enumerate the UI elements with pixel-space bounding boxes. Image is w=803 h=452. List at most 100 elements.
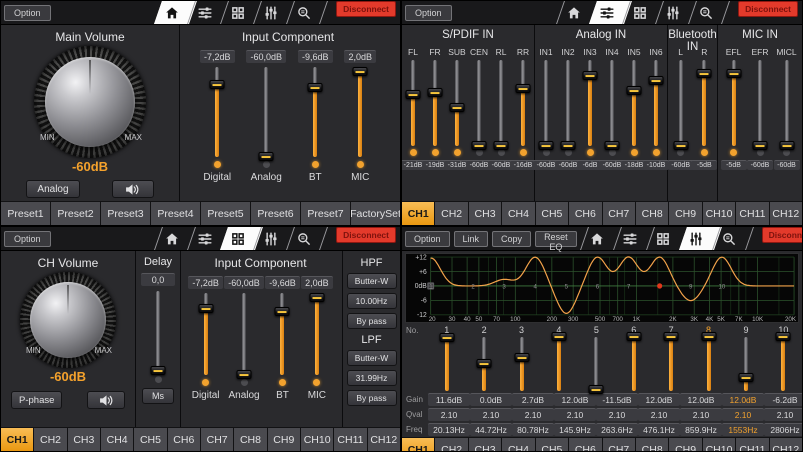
channel-tab-ch11[interactable]: CH11 — [736, 202, 768, 225]
eq-band-slider[interactable] — [439, 337, 455, 391]
ms-button[interactable]: Ms — [142, 388, 174, 404]
disconnect-button[interactable]: Disconnect — [762, 227, 803, 243]
slider-handle[interactable] — [472, 141, 487, 150]
home-tab[interactable] — [557, 1, 590, 24]
channels-tab[interactable] — [590, 1, 623, 24]
gain-value-box[interactable]: -60dB — [668, 160, 694, 170]
eq-gain-value[interactable]: 0.0dB — [470, 393, 512, 406]
gain-value-box[interactable]: -5dB — [691, 160, 717, 170]
channel-tab-ch4[interactable]: CH4 — [502, 202, 534, 225]
slider-handle[interactable] — [494, 141, 509, 150]
slider-handle[interactable] — [649, 76, 664, 85]
band-number[interactable]: 5 — [578, 325, 615, 335]
volume-slider[interactable] — [309, 293, 325, 375]
eq-band-slider[interactable] — [738, 337, 754, 391]
band-number[interactable]: 2 — [465, 325, 502, 335]
gain-value-box[interactable]: 2,0dB — [301, 276, 333, 289]
disconnect-button[interactable]: Disconnect — [738, 1, 798, 17]
channel-tab-ch6[interactable]: CH6 — [569, 202, 601, 225]
eq-band-slider[interactable] — [701, 337, 717, 391]
gain-value-box[interactable]: -60dB — [747, 160, 773, 170]
eq-response-graph[interactable]: 1234567910+12+60dB-6-1220304050701002003… — [405, 253, 799, 323]
volume-slider[interactable] — [198, 293, 214, 375]
slider-handle[interactable] — [726, 69, 741, 78]
home-tab[interactable] — [581, 227, 614, 250]
channel-tab-ch7[interactable]: CH7 — [603, 438, 635, 452]
eq-freq-value[interactable]: 859.9Hz — [680, 423, 722, 436]
channel-tab-ch10[interactable]: CH10 — [703, 438, 735, 452]
volume-slider[interactable] — [449, 60, 465, 146]
slider-handle[interactable] — [583, 71, 598, 80]
link-button[interactable]: Link — [454, 231, 489, 247]
volume-slider[interactable] — [236, 293, 252, 375]
option-button[interactable]: Option — [4, 5, 51, 21]
volume-slider[interactable] — [696, 60, 712, 146]
eq-qval-value[interactable]: 2.10 — [512, 408, 554, 421]
slider-handle[interactable] — [551, 332, 566, 341]
slider-handle[interactable] — [406, 90, 421, 99]
channel-tab-ch1[interactable]: CH1 — [402, 438, 434, 452]
lpf-type-button[interactable]: Butter-W — [347, 350, 397, 366]
verify-tab[interactable] — [287, 1, 320, 24]
slider-handle[interactable] — [309, 293, 324, 302]
preset-tab-preset7[interactable]: Preset7 — [301, 202, 350, 225]
channel-tab-ch1[interactable]: CH1 — [1, 428, 33, 451]
eq-freq-value[interactable]: 2806Hz — [764, 423, 803, 436]
home-tab[interactable] — [155, 227, 188, 250]
slider-handle[interactable] — [514, 353, 529, 362]
disconnect-button[interactable]: Disconnect — [336, 227, 396, 243]
delay-slider[interactable] — [150, 291, 166, 371]
channel-tab-ch5[interactable]: CH5 — [134, 428, 166, 451]
option-button[interactable]: Option — [405, 231, 450, 247]
eq-qval-value[interactable]: 2.10 — [680, 408, 722, 421]
reset-eq-button[interactable]: Reset EQ — [535, 231, 577, 247]
eq-qval-value[interactable]: 2.10 — [554, 408, 596, 421]
channel-tab-ch8[interactable]: CH8 — [636, 202, 668, 225]
channel-tab-ch2[interactable]: CH2 — [34, 428, 66, 451]
gain-value-box[interactable]: -7,2dB — [188, 276, 223, 289]
channel-tab-ch10[interactable]: CH10 — [301, 428, 333, 451]
volume-slider[interactable] — [538, 60, 554, 146]
slider-handle[interactable] — [589, 385, 604, 394]
eq-qval-value[interactable]: 2.10 — [470, 408, 512, 421]
slider-handle[interactable] — [275, 307, 290, 316]
verify-tab[interactable] — [713, 227, 746, 250]
preset-tab-factoryset[interactable]: FactorySet — [351, 202, 400, 225]
volume-slider[interactable] — [307, 67, 323, 157]
hpf-freq-button[interactable]: 10.00Hz — [347, 293, 397, 309]
preset-tab-preset4[interactable]: Preset4 — [151, 202, 200, 225]
channel-tab-ch2[interactable]: CH2 — [435, 202, 467, 225]
ch-volume-knob[interactable]: MIN MAX — [20, 272, 116, 368]
eq-gain-value[interactable]: 12.0dB — [680, 393, 722, 406]
channel-tab-ch8[interactable]: CH8 — [234, 428, 266, 451]
band-number[interactable]: 9 — [727, 325, 764, 335]
slider-handle[interactable] — [753, 141, 768, 150]
eq-gain-value[interactable]: 11.6dB — [428, 393, 470, 406]
matrix-tab[interactable] — [623, 1, 656, 24]
equalizer-tab[interactable] — [254, 1, 287, 24]
preset-tab-preset5[interactable]: Preset5 — [201, 202, 250, 225]
volume-slider[interactable] — [560, 60, 576, 146]
channel-tab-ch9[interactable]: CH9 — [669, 438, 701, 452]
slider-handle[interactable] — [673, 141, 688, 150]
eq-gain-value[interactable]: 2.7dB — [512, 393, 554, 406]
slider-handle[interactable] — [198, 304, 213, 313]
eq-gain-value[interactable]: -11.5dB — [596, 393, 638, 406]
volume-slider[interactable] — [352, 67, 368, 157]
eq-band-slider[interactable] — [476, 337, 492, 391]
eq-freq-value[interactable]: 145.9Hz — [554, 423, 596, 436]
slider-handle[interactable] — [779, 141, 794, 150]
equalizer-tab[interactable] — [656, 1, 689, 24]
channels-tab[interactable] — [188, 227, 221, 250]
volume-slider[interactable] — [726, 60, 742, 146]
hpf-bypass-button[interactable]: By pass — [347, 313, 397, 329]
slider-handle[interactable] — [428, 88, 443, 97]
slider-handle[interactable] — [450, 103, 465, 112]
slider-handle[interactable] — [516, 84, 531, 93]
slider-handle[interactable] — [626, 332, 641, 341]
channel-tab-ch12[interactable]: CH12 — [770, 438, 802, 452]
volume-slider[interactable] — [405, 60, 421, 146]
preset-tab-preset2[interactable]: Preset2 — [51, 202, 100, 225]
slider-handle[interactable] — [151, 366, 166, 375]
matrix-tab[interactable] — [221, 1, 254, 24]
